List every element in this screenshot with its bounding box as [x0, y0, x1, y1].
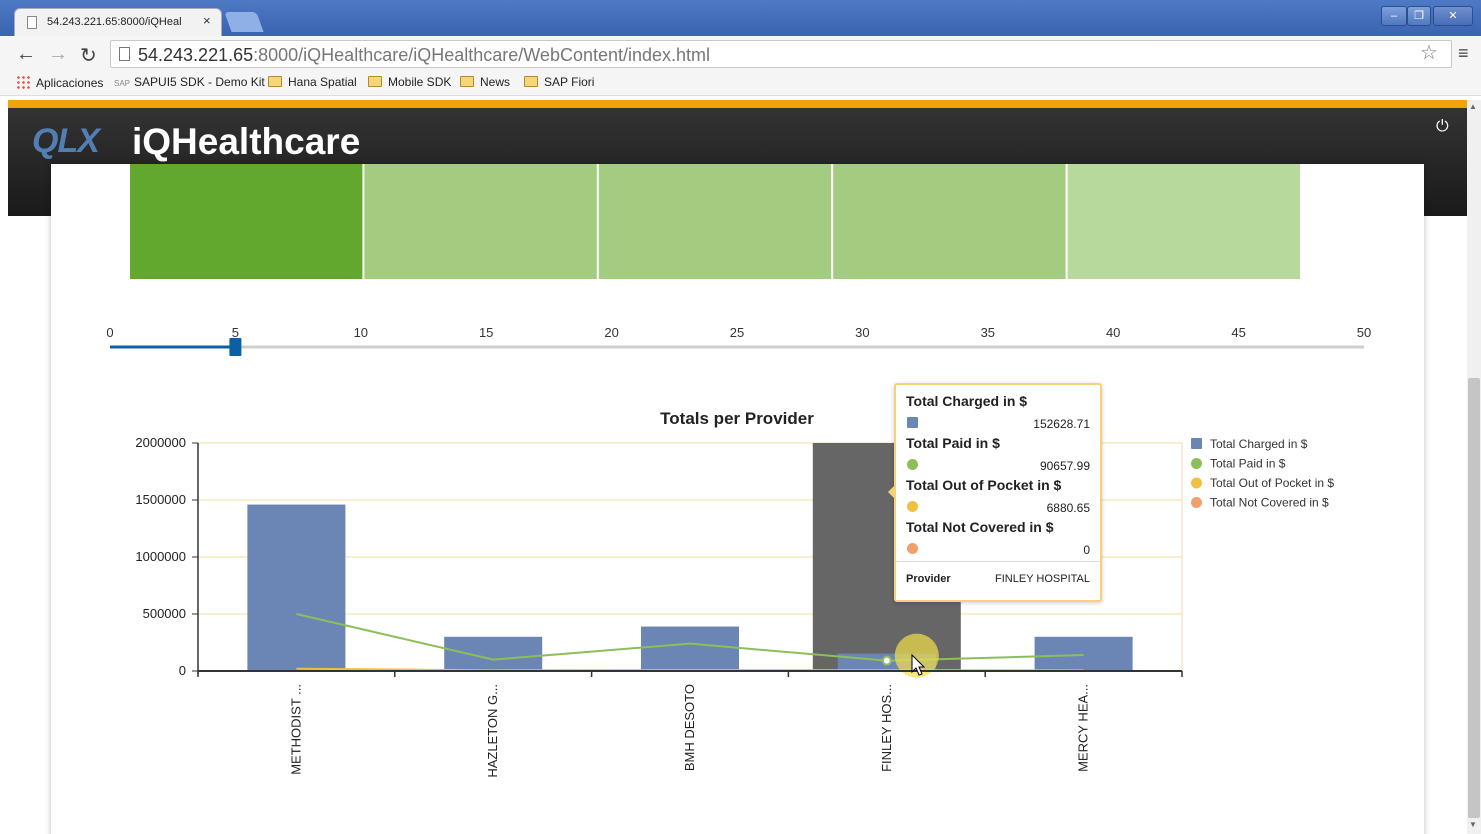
reload-icon[interactable]: ↻	[80, 43, 97, 68]
page-icon	[119, 47, 130, 61]
folder-icon	[268, 76, 282, 87]
maximize-button[interactable]: ❐	[1407, 6, 1431, 26]
sap-icon: SAP	[114, 79, 131, 88]
bookmark-item[interactable]: Hana Spatial	[268, 75, 357, 89]
url-host: 54.243.221.65	[138, 45, 254, 65]
scrollbar[interactable]: ▲ ▼	[1467, 100, 1481, 834]
tab-title: 54.243.221.65:8000/iQHeal	[47, 16, 182, 28]
folder-icon	[368, 76, 382, 87]
tooltip-swatch	[907, 459, 918, 470]
browser-tab[interactable]: 54.243.221.65:8000/iQHeal ×	[14, 8, 222, 36]
apps-icon	[16, 75, 30, 89]
folder-icon	[524, 76, 538, 87]
browser-window: 54.243.221.65:8000/iQHeal × – ❐ ✕ ← → ↻ …	[0, 0, 1481, 834]
tooltip-label: Total Paid in $	[906, 435, 1000, 451]
bookmark-label: Hana Spatial	[288, 75, 357, 89]
address-bar[interactable]: 54.243.221.65:8000/iQHealthcare/iQHealth…	[110, 40, 1452, 68]
tooltip-swatch	[907, 417, 918, 428]
url-text[interactable]: 54.243.221.65:8000/iQHealthcare/iQHealth…	[138, 45, 710, 66]
scroll-down-icon[interactable]: ▼	[1469, 820, 1477, 829]
tooltip-value: 0	[1083, 543, 1090, 557]
tooltip-value: 90657.99	[1039, 459, 1090, 473]
accent-bar	[8, 100, 1467, 108]
tooltip-pointer	[888, 485, 895, 499]
folder-icon	[460, 76, 474, 87]
tab-close-icon[interactable]: ×	[203, 13, 211, 28]
back-icon[interactable]: ←	[16, 43, 36, 66]
page-icon	[27, 16, 37, 29]
app-logo: QLX	[32, 122, 100, 160]
bookmark-label: SAPUI5 SDK - Demo Kit	[134, 75, 265, 89]
tooltip-provider-label: Provider	[906, 573, 951, 585]
bookmark-label: SAP Fiori	[544, 75, 595, 89]
bookmark-label: Mobile SDK	[388, 75, 452, 89]
forward-icon[interactable]: →	[48, 43, 68, 66]
title-bar: 54.243.221.65:8000/iQHeal × – ❐ ✕	[0, 0, 1481, 36]
new-tab-button[interactable]	[224, 12, 264, 32]
url-path: :8000/iQHealthcare/iQHealthcare/WebConte…	[253, 45, 711, 65]
bookmark-label: News	[480, 75, 511, 89]
tooltip-value: 152628.71	[1033, 417, 1090, 431]
tooltip-swatch	[907, 543, 918, 554]
tooltip-label: Total Not Covered in $	[906, 519, 1054, 535]
bookmark-item[interactable]: News	[460, 75, 510, 89]
menu-icon[interactable]: ≡	[1458, 43, 1469, 64]
scroll-thumb[interactable]	[1468, 378, 1480, 818]
minimize-button[interactable]: –	[1381, 6, 1407, 26]
chart-tooltip: Provider FINLEY HOSPITAL Total Charged i…	[888, 383, 1102, 602]
close-window-button[interactable]: ✕	[1433, 6, 1473, 26]
tooltip-divider	[896, 561, 1100, 562]
tooltip-swatch	[907, 501, 918, 512]
content-card	[51, 164, 1424, 834]
bookmark-label: Aplicaciones	[36, 76, 104, 90]
tooltip-value: 6880.65	[1046, 501, 1090, 515]
app-root: QLX iQHealthcare ⏻	[8, 100, 1467, 834]
bookmark-star-icon[interactable]: ☆	[1420, 40, 1438, 65]
tooltip-label: Total Out of Pocket in $	[906, 477, 1062, 493]
tooltip-provider-value: FINLEY HOSPITAL	[995, 573, 1090, 585]
power-icon[interactable]: ⏻	[1436, 118, 1449, 136]
bookmarks-bar: Aplicaciones SAP SAPUI5 SDK - Demo Kit Hana…	[0, 70, 1481, 96]
bookmark-item[interactable]: SAP SAPUI5 SDK - Demo Kit	[114, 75, 265, 89]
tooltip-label: Total Charged in $	[906, 393, 1028, 409]
app-title: iQHealthcare	[132, 121, 361, 162]
bookmark-item[interactable]: Aplicaciones	[16, 75, 103, 90]
browser-toolbar: ← → ↻ 54.243.221.65:8000/iQHealthcare/iQ…	[0, 36, 1481, 70]
bookmark-item[interactable]: Mobile SDK	[368, 75, 451, 89]
scroll-up-icon[interactable]: ▲	[1469, 102, 1477, 111]
bookmark-item[interactable]: SAP Fiori	[524, 75, 594, 89]
